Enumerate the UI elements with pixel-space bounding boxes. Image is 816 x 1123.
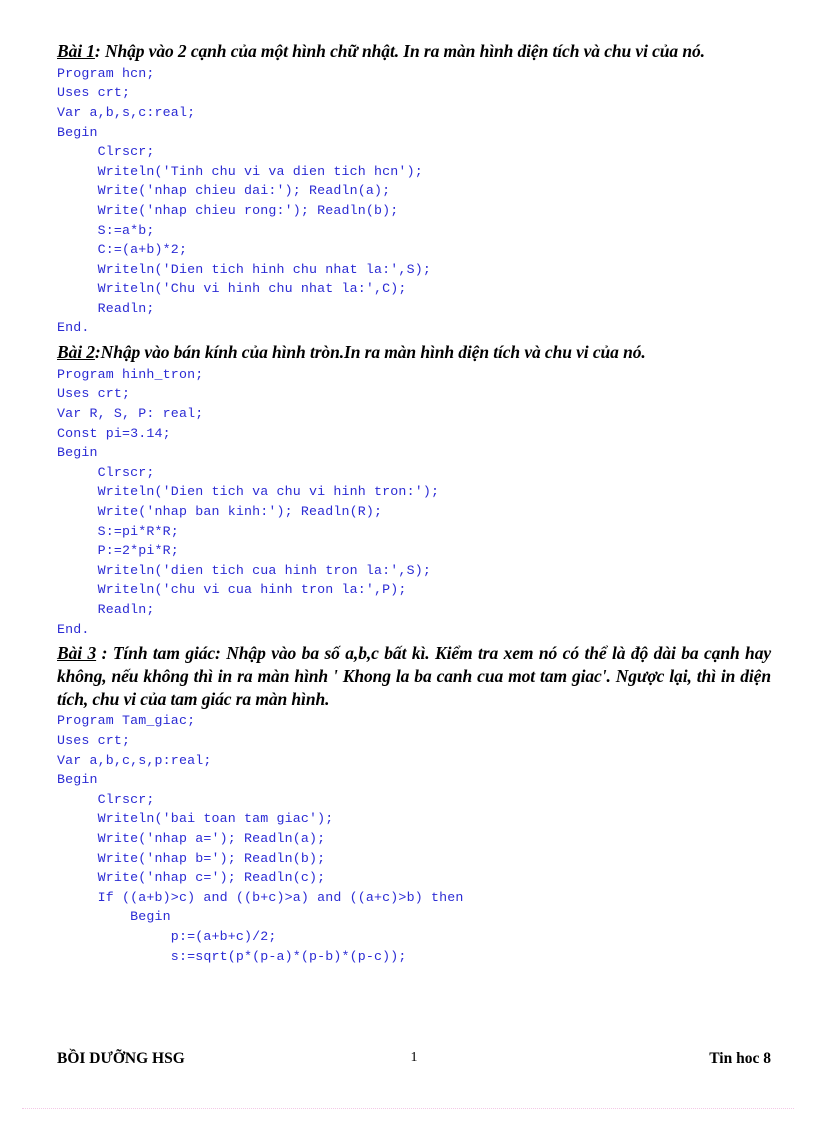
code-line: Write('nhap b='); Readln(b); [57,850,326,866]
code-block-3: Program Tam_giac; Uses crt; Var a,b,c,s,p:… [57,711,771,966]
code-line: Program hinh_tron; [57,366,204,382]
code-line: Write('nhap chieu rong:'); Readln(b); [57,202,399,218]
exercise-prompt-3: Tính tam giác: Nhập vào ba số a,b,c bất … [57,643,772,709]
code-line: Var a,b,s,c:real; [57,104,196,120]
code-line: Writeln('Tinh chu vi va dien tich hcn'); [57,163,423,179]
code-line: Begin [57,124,98,140]
code-line: Var R, S, P: real; [57,406,204,421]
code-line: Const pi=3.14; [57,425,171,441]
code-line: Program hcn; [57,65,155,81]
code-line: S:=a*b; [57,222,155,238]
code-line: If ((a+b)>c) and ((b+c)>a) and ((a+c)>b)… [57,889,464,905]
code-line: Clrscr; [57,144,155,160]
code-line: Write('nhap ban kinh:'); Readln(R); [57,503,383,519]
exercise-prompt-2: Nhập vào bán kính của hình tròn.In ra mà… [100,342,646,363]
exercise-heading-1: Bài 1: Nhập vào 2 cạnh của một hình chữ … [57,40,771,63]
code-line: Writeln('bai toan tam giac'); [57,811,334,827]
code-line: Begin [57,772,98,788]
exercise-label-1: Bài 1 [57,41,95,61]
exercise-label-2: Bài 2 [57,342,95,363]
document-page: Bài 1: Nhập vào 2 cạnh của một hình chữ … [0,0,816,1123]
exercise-separator-1: : [94,41,105,61]
exercise-prompt-1: Nhập vào 2 cạnh của một hình chữ nhật. I… [104,41,705,61]
page-footer: BỒI DƯỠNG HSG 1 Tin hoc 8 [57,1050,771,1074]
code-line: Writeln('Dien tich hinh chu nhat la:',S)… [57,261,431,277]
code-line: P:=2*pi*R; [57,543,179,559]
exercise-heading-3: Bài 3 : Tính tam giác: Nhập vào ba số a,… [57,642,771,710]
code-line: Uses crt; [57,85,131,101]
code-line: Readln; [57,601,155,617]
code-line: Write('nhap a='); Readln(a); [57,830,326,846]
code-line: End. [57,621,90,637]
page-content: Bài 1: Nhập vào 2 cạnh của một hình chữ … [57,40,771,966]
code-line: Uses crt; [57,386,131,402]
exercise-label-3: Bài 3 [57,643,97,664]
footer-page-number: 1 [410,1050,418,1065]
code-line: S:=pi*R*R; [57,523,179,539]
code-line: Readln; [57,300,155,316]
bottom-dotted-rule [22,1108,794,1109]
code-line: Clrscr; [57,791,155,807]
exercise-heading-2: Bài 2:Nhập vào bán kính của hình tròn.In… [57,341,771,364]
code-line: Write('nhap c='); Readln(c); [57,870,326,886]
code-line: Clrscr; [57,464,155,480]
code-block-2: Program hinh_tron; Uses crt; Var R, S, P: … [57,365,771,639]
code-line: Begin [57,445,98,461]
code-line: C:=(a+b)*2; [57,242,188,258]
code-line: Program Tam_giac; [57,713,196,729]
code-line: s:=sqrt(p*(p-a)*(p-b)*(p-c)); [57,948,407,964]
code-line: Var a,b,c,s,p:real; [57,752,212,768]
code-line: Write('nhap chieu dai:'); Readln(a); [57,183,391,199]
exercise-separator-3: : [96,643,113,664]
code-line: Writeln('Chu vi hinh chu nhat la:',C); [57,281,407,297]
code-line: Writeln('dien tich cua hinh tron la:',S)… [57,562,431,578]
code-block-1: Program hcn; Uses crt; Var a,b,s,c:real; Be… [57,64,771,338]
code-line: Begin [57,909,171,925]
code-line: Uses crt; [57,732,131,748]
code-line: End. [57,320,90,336]
code-line: Writeln('Dien tich va chu vi hinh tron:'… [57,484,440,500]
code-line: p:=(a+b+c)/2; [57,928,277,944]
code-line: Writeln('chu vi cua hinh tron la:',P); [57,582,407,598]
